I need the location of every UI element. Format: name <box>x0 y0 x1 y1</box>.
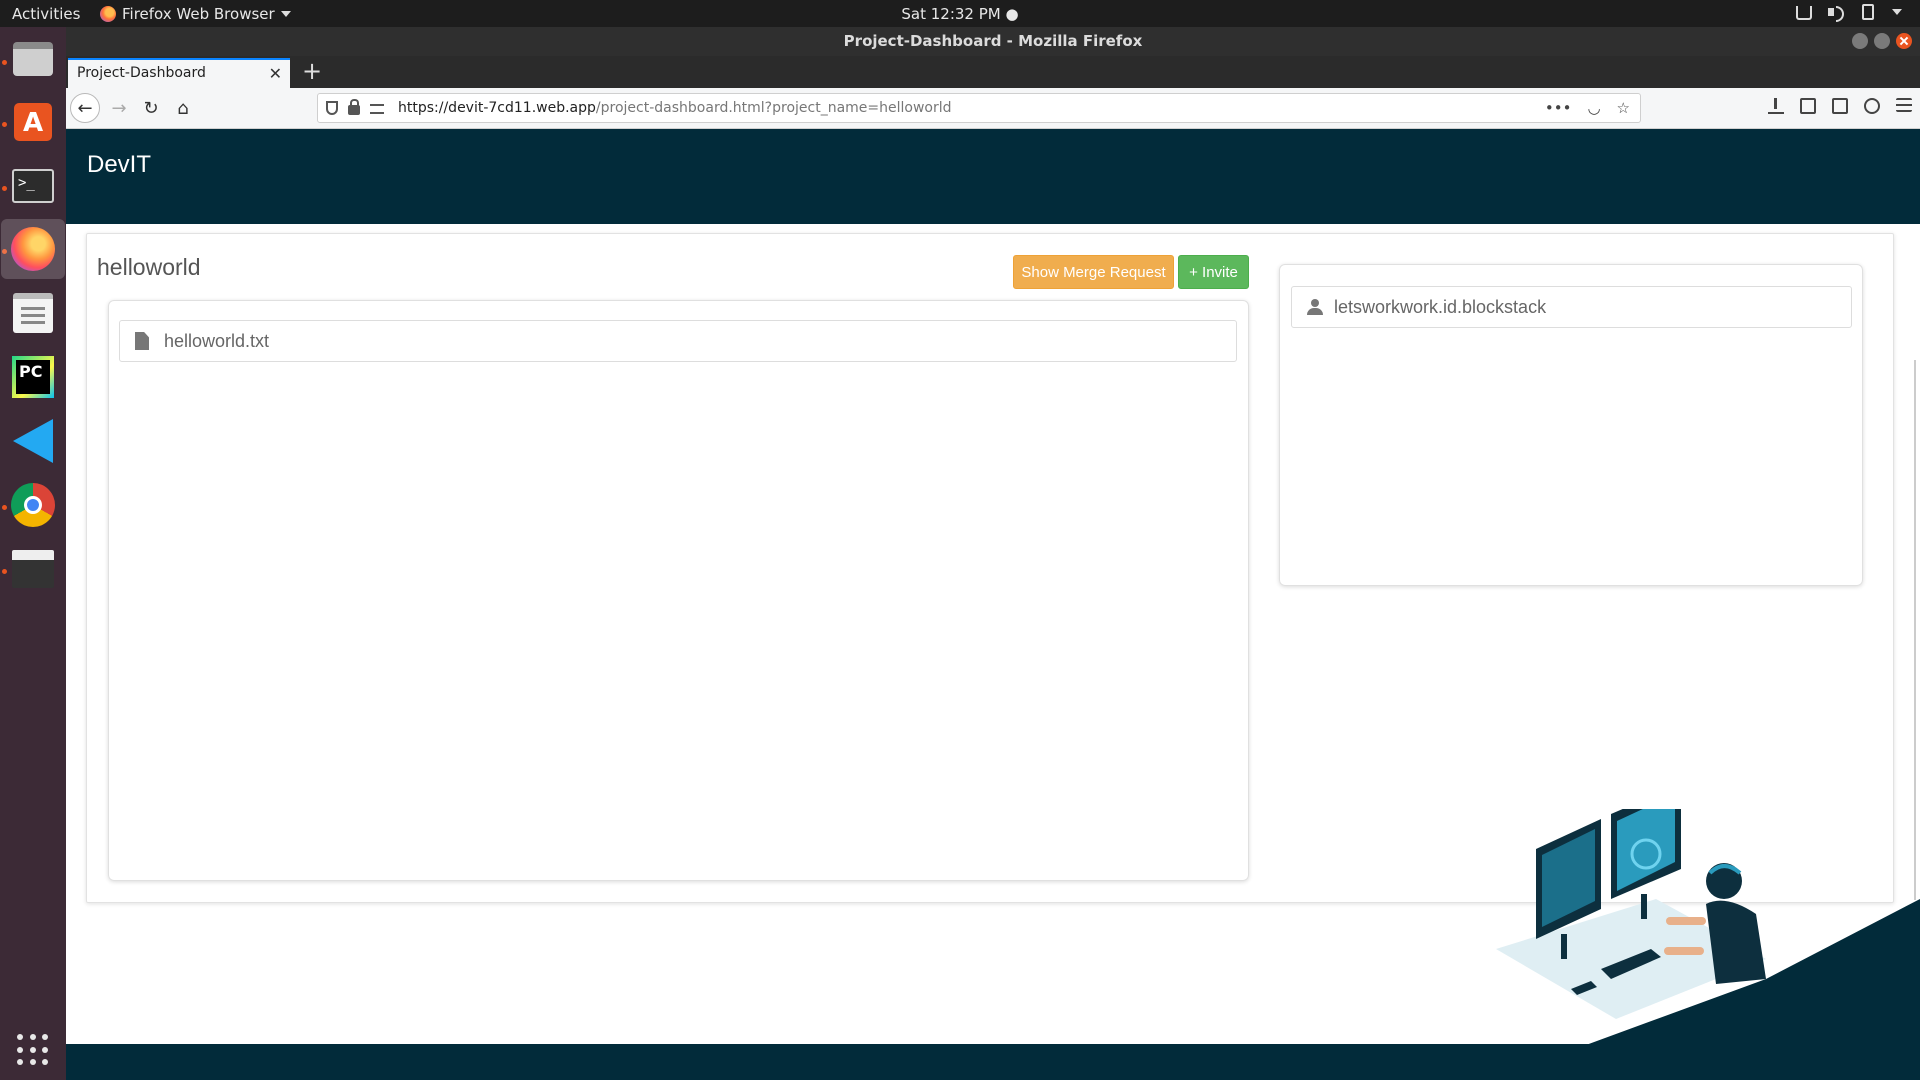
page-actions-icon[interactable]: ••• <box>1545 94 1572 122</box>
chrome-launcher[interactable] <box>9 481 57 529</box>
video-editor-icon <box>12 550 54 588</box>
permissions-icon[interactable] <box>370 104 384 114</box>
tab-strip: Project-Dashboard ✕ + <box>66 56 1920 88</box>
developer-illustration <box>1496 809 1920 1045</box>
maximize-button[interactable] <box>1874 33 1890 49</box>
activities-button[interactable]: Activities <box>12 5 80 23</box>
url-path: /project-dashboard.html?project_name=hel… <box>595 100 952 116</box>
invite-button[interactable]: + Invite <box>1178 255 1249 289</box>
chevron-down-icon <box>280 11 291 17</box>
text-editor-icon <box>13 293 53 333</box>
vscode-icon <box>13 419 53 463</box>
back-button[interactable]: ← <box>70 93 100 123</box>
new-tab-button[interactable]: + <box>298 58 326 86</box>
site-footer <box>66 1044 1920 1080</box>
software-store-launcher[interactable]: A <box>9 98 57 146</box>
project-title: helloworld <box>97 254 201 280</box>
sidebar-icon[interactable] <box>1832 98 1848 114</box>
library-icon[interactable] <box>1800 98 1816 114</box>
window-title-bar: Project-Dashboard - Mozilla Firefox <box>66 27 1920 56</box>
reload-button[interactable]: ↻ <box>136 93 166 123</box>
tab-project-dashboard[interactable]: Project-Dashboard ✕ <box>68 58 290 88</box>
window-title: Project-Dashboard - Mozilla Firefox <box>843 32 1143 50</box>
chrome-icon <box>11 483 55 527</box>
account-icon[interactable] <box>1864 98 1880 114</box>
system-top-bar: Activities Firefox Web Browser Sat 12:32… <box>0 0 1920 27</box>
vscode-launcher[interactable] <box>9 417 57 465</box>
tracking-shield-icon[interactable] <box>326 101 338 115</box>
launcher-dock: A >_ PC <box>0 27 66 1080</box>
pocket-icon[interactable]: ◡ <box>1587 94 1600 122</box>
bookmark-star-icon[interactable]: ☆ <box>1617 94 1630 122</box>
video-editor-launcher[interactable] <box>9 545 57 593</box>
system-tray[interactable] <box>1794 4 1902 22</box>
app-menu-label: Firefox Web Browser <box>122 5 275 23</box>
show-merge-request-button[interactable]: Show Merge Request <box>1013 255 1174 289</box>
notification-dot-icon: ● <box>1005 5 1019 23</box>
firefox-icon <box>100 6 116 22</box>
app-menu[interactable]: Firefox Web Browser <box>100 5 291 23</box>
lock-icon[interactable] <box>348 99 360 115</box>
minimize-button[interactable] <box>1852 33 1868 49</box>
site-header: DevIT <box>66 129 1920 224</box>
home-button[interactable]: ⌂ <box>168 93 198 123</box>
downloads-icon[interactable] <box>1768 98 1784 114</box>
pycharm-launcher[interactable]: PC <box>9 353 57 401</box>
member-name: letsworkwork.id.blockstack <box>1334 297 1547 317</box>
show-apps-icon[interactable] <box>17 1034 49 1066</box>
member-list-item[interactable]: letsworkwork.id.blockstack <box>1291 286 1852 328</box>
forward-button[interactable]: → <box>104 93 134 123</box>
user-icon <box>1307 299 1323 315</box>
firefox-icon <box>11 227 55 271</box>
files-panel <box>108 300 1249 881</box>
navigation-toolbar: ← → ↻ ⌂ https://devit-7cd11.web.app/proj… <box>66 88 1920 129</box>
url-host: https://devit-7cd11.web.app <box>398 100 596 116</box>
file-list-item[interactable]: helloworld.txt <box>119 320 1237 362</box>
files-launcher[interactable] <box>9 35 57 83</box>
firefox-launcher[interactable] <box>1 219 65 279</box>
tab-title: Project-Dashboard <box>77 65 206 81</box>
software-store-icon: A <box>14 103 52 141</box>
close-window-button[interactable] <box>1896 33 1912 49</box>
page-viewport: DevIT helloworld Show Merge Request + In… <box>66 129 1920 1080</box>
volume-icon[interactable] <box>1828 4 1844 22</box>
terminal-icon: >_ <box>12 169 54 203</box>
network-icon[interactable] <box>1794 4 1812 20</box>
file-icon <box>135 332 149 350</box>
files-icon <box>13 42 53 76</box>
chevron-down-icon[interactable] <box>1892 9 1902 15</box>
pycharm-icon: PC <box>12 356 54 398</box>
text-editor-launcher[interactable] <box>9 289 57 337</box>
terminal-launcher[interactable]: >_ <box>9 162 57 210</box>
clock[interactable]: Sat 12:32 PM <box>901 5 1000 23</box>
file-name: helloworld.txt <box>164 331 270 351</box>
battery-icon[interactable] <box>1862 4 1874 20</box>
brand-logo[interactable]: DevIT <box>87 151 151 179</box>
close-tab-icon[interactable]: ✕ <box>269 60 282 87</box>
url-bar[interactable]: https://devit-7cd11.web.app/project-dash… <box>317 93 1641 123</box>
hamburger-menu-icon[interactable] <box>1896 98 1912 112</box>
